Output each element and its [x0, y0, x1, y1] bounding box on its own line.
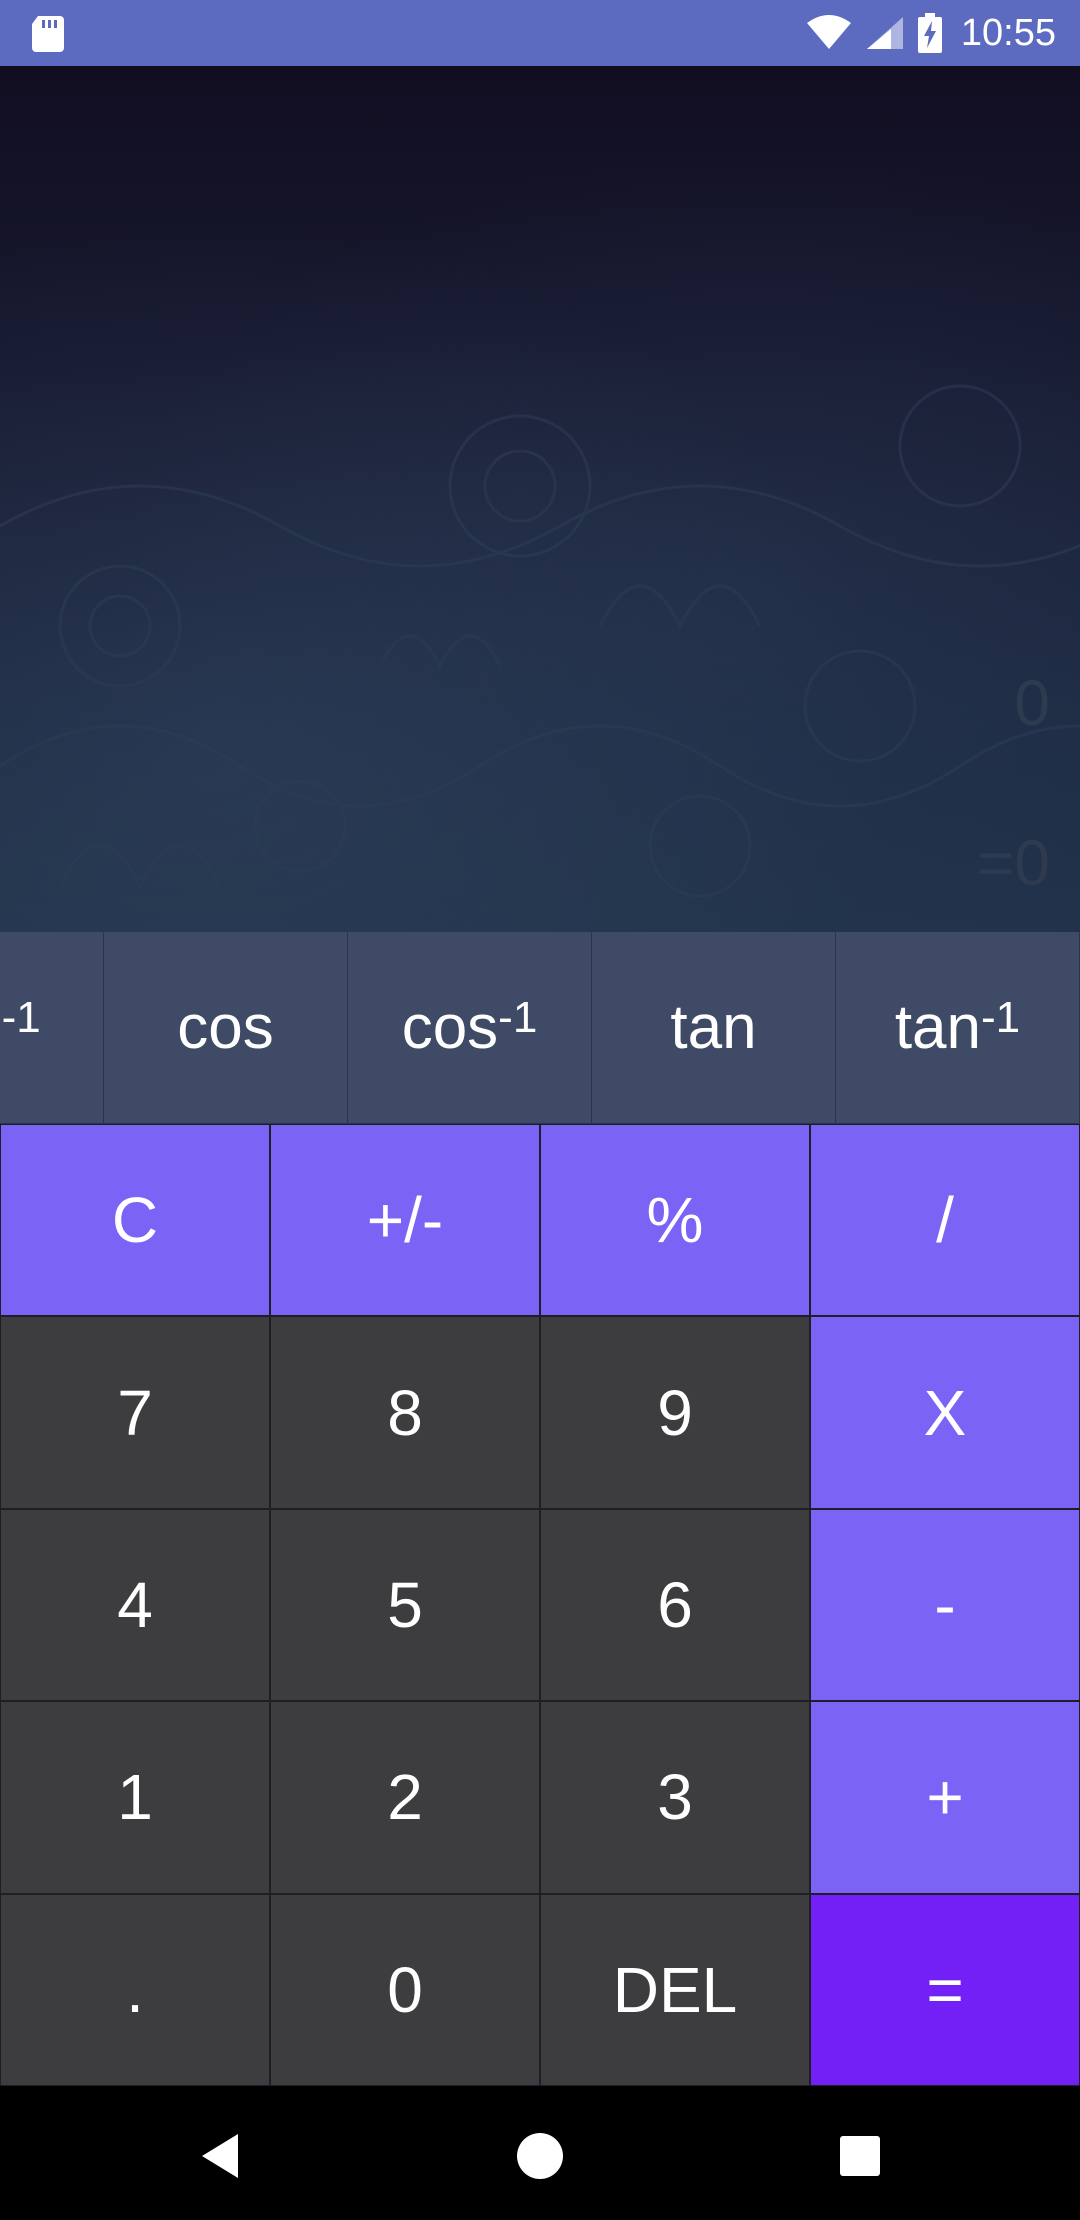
calculator-app: 10:55 0 =0 sin- — [0, 0, 1080, 2220]
clear-button[interactable]: C — [0, 1124, 270, 1317]
multiply-button[interactable]: X — [810, 1316, 1080, 1509]
expression-display: 0 — [1014, 667, 1050, 739]
sign-toggle-button[interactable]: +/- — [270, 1124, 540, 1317]
cos-button[interactable]: cos — [104, 932, 348, 1124]
digit-4-button[interactable]: 4 — [0, 1508, 270, 1702]
display-area: 0 =0 — [0, 66, 1080, 932]
recents-icon[interactable] — [830, 2126, 890, 2186]
sd-card-icon — [32, 16, 64, 52]
cos-label: cos — [177, 993, 274, 1062]
arcsin-button[interactable]: sin-1 — [0, 932, 104, 1124]
equals-button[interactable]: = — [810, 1893, 1080, 2086]
digit-2-button[interactable]: 2 — [270, 1701, 540, 1894]
arcsin-superscript: -1 — [1, 992, 41, 1042]
result-display: =0 — [977, 827, 1050, 899]
digit-6-button[interactable]: 6 — [540, 1508, 810, 1702]
plus-button[interactable]: + — [810, 1701, 1080, 1894]
tan-label: tan — [670, 993, 757, 1062]
arctan-button[interactable]: tan -1 — [836, 932, 1080, 1124]
divide-button[interactable]: / — [810, 1124, 1080, 1317]
status-bar: 10:55 — [0, 0, 1080, 66]
digit-1-button[interactable]: 1 — [0, 1701, 270, 1894]
battery-charging-icon — [917, 13, 942, 53]
home-icon[interactable] — [510, 2126, 570, 2186]
arccos-button[interactable]: cos -1 — [348, 932, 592, 1124]
status-icons: 10:55 — [805, 0, 1056, 66]
digit-7-button[interactable]: 7 — [0, 1316, 270, 1509]
digit-5-button[interactable]: 5 — [270, 1508, 540, 1702]
minus-button[interactable]: - — [810, 1508, 1080, 1702]
background-pattern — [0, 384, 1080, 898]
back-icon[interactable] — [190, 2126, 250, 2186]
scientific-row[interactable]: sin-1 cos cos-1 tan tan-1 — [0, 932, 1080, 1124]
arccos-label: cos — [401, 993, 499, 1062]
signal-icon — [866, 17, 903, 49]
status-time: 10:55 — [960, 11, 1056, 54]
delete-button[interactable]: DEL — [540, 1893, 810, 2086]
digit-8-button[interactable]: 8 — [270, 1316, 540, 1509]
digit-3-button[interactable]: 3 — [540, 1701, 810, 1894]
digit-9-button[interactable]: 9 — [540, 1316, 810, 1509]
keypad: C +/- % / 7 8 9 X 4 5 6 - 1 2 3 + . 0 DE… — [0, 1124, 1080, 2086]
tan-button[interactable]: tan — [592, 932, 836, 1124]
arctan-superscript: -1 — [981, 992, 1021, 1042]
digit-0-button[interactable]: 0 — [270, 1893, 540, 2086]
navigation-bar — [0, 2086, 1080, 2220]
decimal-button[interactable]: . — [0, 1893, 270, 2086]
percent-button[interactable]: % — [540, 1124, 810, 1317]
arctan-label: tan — [894, 993, 982, 1062]
wifi-icon — [806, 15, 851, 49]
arccos-superscript: -1 — [498, 992, 538, 1042]
